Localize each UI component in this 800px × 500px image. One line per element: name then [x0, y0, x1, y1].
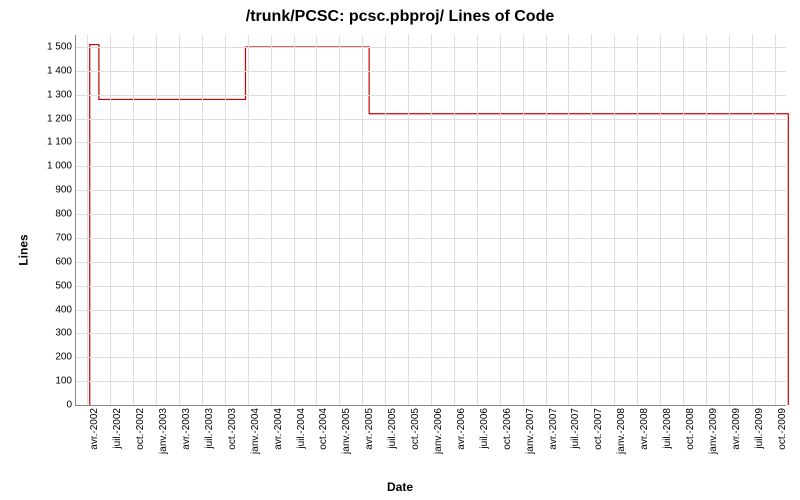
y-tick: 0 [66, 400, 72, 411]
grid-line-v [316, 35, 317, 405]
grid-line-v [248, 35, 249, 405]
grid-line-v [385, 35, 386, 405]
x-tick: juil.-2007 [570, 408, 581, 449]
x-tick: avr.-2006 [456, 408, 467, 450]
grid-line-v [706, 35, 707, 405]
x-tick: oct.-2002 [135, 408, 146, 450]
grid-line-v [179, 35, 180, 405]
grid-line-v [110, 35, 111, 405]
grid-line-v [568, 35, 569, 405]
y-tick: 1 500 [47, 41, 72, 52]
x-tick: avr.-2008 [639, 408, 650, 450]
x-tick: janv.-2005 [341, 408, 352, 454]
x-tick: oct.-2003 [227, 408, 238, 450]
y-tick: 700 [55, 232, 72, 243]
y-tick: 500 [55, 280, 72, 291]
y-tick: 1 400 [47, 65, 72, 76]
grid-line-v [546, 35, 547, 405]
x-tick: janv.-2006 [433, 408, 444, 454]
x-tick: juil.-2002 [112, 408, 123, 449]
grid-line-v [202, 35, 203, 405]
x-tick: avr.-2003 [181, 408, 192, 450]
grid-line-v [775, 35, 776, 405]
x-tick: avr.-2009 [731, 408, 742, 450]
grid-line-v [523, 35, 524, 405]
y-axis-label: Lines [17, 234, 31, 265]
plot-area [75, 35, 786, 406]
y-tick: 600 [55, 256, 72, 267]
grid-line-v [500, 35, 501, 405]
x-tick: juil.-2006 [479, 408, 490, 449]
grid-line-v [454, 35, 455, 405]
x-tick: oct.-2005 [410, 408, 421, 450]
x-tick: juil.-2004 [296, 408, 307, 449]
y-tick: 1 300 [47, 89, 72, 100]
x-tick: avr.-2005 [364, 408, 375, 450]
grid-line-v [156, 35, 157, 405]
grid-line-v [133, 35, 134, 405]
chart-container: /trunk/PCSC: pcsc.pbproj/ Lines of Code … [0, 0, 800, 500]
y-tick: 900 [55, 185, 72, 196]
x-tick: janv.-2003 [158, 408, 169, 454]
x-tick: oct.-2007 [593, 408, 604, 450]
y-tick: 400 [55, 304, 72, 315]
grid-line-v [660, 35, 661, 405]
grid-line-v [294, 35, 295, 405]
x-tick: avr.-2007 [548, 408, 559, 450]
grid-line-v [362, 35, 363, 405]
x-tick: janv.-2004 [250, 408, 261, 454]
grid-line-v [683, 35, 684, 405]
grid-line-v [271, 35, 272, 405]
grid-line-v [408, 35, 409, 405]
x-tick: avr.-2002 [89, 408, 100, 450]
x-tick: juil.-2003 [204, 408, 215, 449]
x-tick: oct.-2006 [502, 408, 513, 450]
x-axis-label: Date [0, 480, 800, 494]
y-tick: 300 [55, 328, 72, 339]
y-tick: 1 100 [47, 137, 72, 148]
x-tick: oct.-2004 [318, 408, 329, 450]
x-tick: juil.-2009 [754, 408, 765, 449]
x-tick: oct.-2008 [685, 408, 696, 450]
grid-line-v [591, 35, 592, 405]
y-tick: 1 200 [47, 113, 72, 124]
x-tick: janv.-2007 [525, 408, 536, 454]
grid-line-v [431, 35, 432, 405]
chart-title: /trunk/PCSC: pcsc.pbproj/ Lines of Code [0, 8, 800, 26]
y-tick: 200 [55, 352, 72, 363]
x-tick: juil.-2005 [387, 408, 398, 449]
grid-line-v [87, 35, 88, 405]
x-tick: janv.-2009 [708, 408, 719, 454]
x-tick: oct.-2009 [777, 408, 788, 450]
grid-line-v [477, 35, 478, 405]
grid-line-v [729, 35, 730, 405]
x-tick: juil.-2008 [662, 408, 673, 449]
grid-line-v [752, 35, 753, 405]
y-tick: 800 [55, 209, 72, 220]
grid-line-v [339, 35, 340, 405]
grid-line-v [637, 35, 638, 405]
x-tick: janv.-2008 [616, 408, 627, 454]
x-tick: avr.-2004 [273, 408, 284, 450]
grid-line-v [614, 35, 615, 405]
y-tick: 100 [55, 376, 72, 387]
grid-line-v [225, 35, 226, 405]
y-tick: 1 000 [47, 161, 72, 172]
